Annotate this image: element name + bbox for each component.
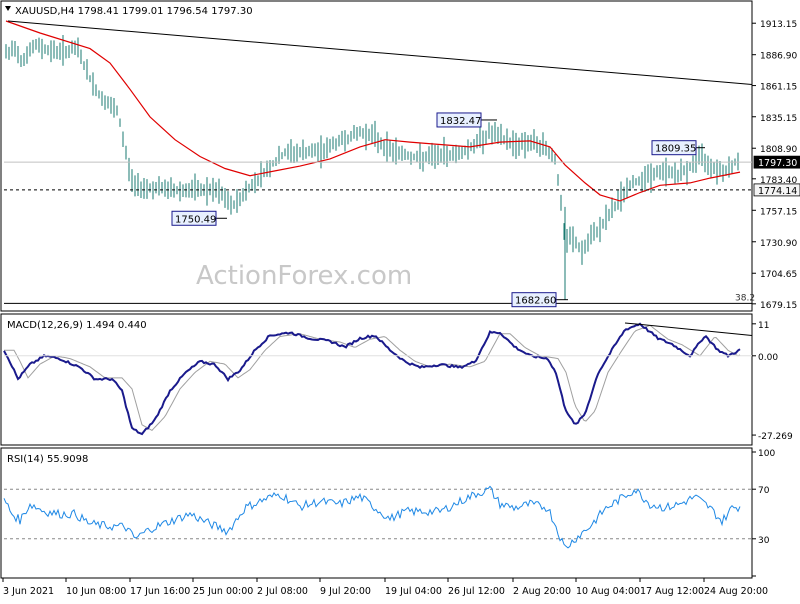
x-tick-label: 2 Aug 20:00 bbox=[513, 586, 571, 597]
rsi-layer bbox=[3, 485, 752, 549]
x-tick-label: 25 Jun 00:00 bbox=[193, 586, 253, 597]
price-y-tick-label: 1757.15 bbox=[760, 207, 797, 217]
macd-y-tick-label: 0.00 bbox=[758, 353, 778, 363]
macd-y-tick-label: 11 bbox=[758, 321, 769, 331]
x-tick-label: 26 Jul 12:00 bbox=[448, 586, 505, 597]
price-y-tick-label: 1913.15 bbox=[760, 20, 797, 30]
x-tick-label: 3 Jun 2021 bbox=[3, 586, 54, 597]
x-tick-label: 17 Aug 12:00 bbox=[640, 586, 704, 597]
x-tick-label: 19 Jul 04:00 bbox=[385, 586, 442, 597]
price-y-tick-label: 1730.90 bbox=[760, 239, 797, 249]
rsi-y-tick-label: 30 bbox=[758, 536, 770, 546]
chart-canvas: ActionForex.com XAUUSD,H4 1798.41 1799.0… bbox=[0, 0, 800, 597]
macd-signal-line bbox=[4, 324, 741, 432]
moving-average-line bbox=[5, 20, 741, 202]
watermark: ActionForex.com bbox=[196, 261, 412, 291]
price-title: XAUUSD,H4 1798.41 1799.01 1796.54 1797.3… bbox=[15, 6, 253, 17]
annotation-label: 1682.60 bbox=[515, 296, 556, 307]
macd-layer bbox=[3, 322, 753, 436]
rsi-panel-frame bbox=[0, 447, 753, 579]
x-tick-label: 10 Jun 08:00 bbox=[66, 586, 126, 597]
chart-window: ActionForex.com XAUUSD,H4 1798.41 1799.0… bbox=[0, 0, 800, 600]
price-y-tick-label: 1704.65 bbox=[760, 270, 797, 280]
price-y-tick-label: 1808.90 bbox=[760, 145, 797, 155]
macd-trend-line bbox=[624, 322, 753, 336]
x-tick-label: 10 Aug 04:00 bbox=[576, 586, 640, 597]
macd-title: MACD(12,26,9) 1.494 0.440 bbox=[7, 320, 147, 331]
x-tick-label: 17 Jun 16:00 bbox=[130, 586, 190, 597]
macd-y-tick-label: -27.269 bbox=[758, 432, 793, 442]
macd-line bbox=[3, 322, 741, 436]
annotation-label: 1750.49 bbox=[175, 214, 216, 225]
annotation-label: 1832.47 bbox=[440, 116, 481, 127]
rsi-title: RSI(14) 55.9098 bbox=[7, 454, 88, 465]
x-tick-label: 9 Jul 20:00 bbox=[320, 586, 371, 597]
price-y-tick-label: 1861.15 bbox=[760, 83, 797, 93]
annotation-label: 1809.35 bbox=[655, 144, 696, 155]
x-tick-label: 2 Jul 08:00 bbox=[257, 586, 308, 597]
price-y-tick-label: 1835.15 bbox=[760, 114, 797, 124]
fib-label: 38.2 bbox=[735, 293, 755, 303]
symbol-marker-icon bbox=[5, 6, 11, 11]
price-bars bbox=[5, 34, 739, 300]
price-y-tick-label: 1679.15 bbox=[760, 301, 797, 311]
price-tag-label: 1797.30 bbox=[758, 158, 797, 169]
rsi-y-tick-label: 100 bbox=[758, 449, 775, 459]
price-y-tick-label: 1886.90 bbox=[760, 52, 797, 62]
rsi-y-tick-label: 70 bbox=[758, 486, 770, 496]
price-tag-label: 1774.14 bbox=[758, 186, 797, 197]
x-tick-label: 24 Aug 20:00 bbox=[704, 586, 768, 597]
